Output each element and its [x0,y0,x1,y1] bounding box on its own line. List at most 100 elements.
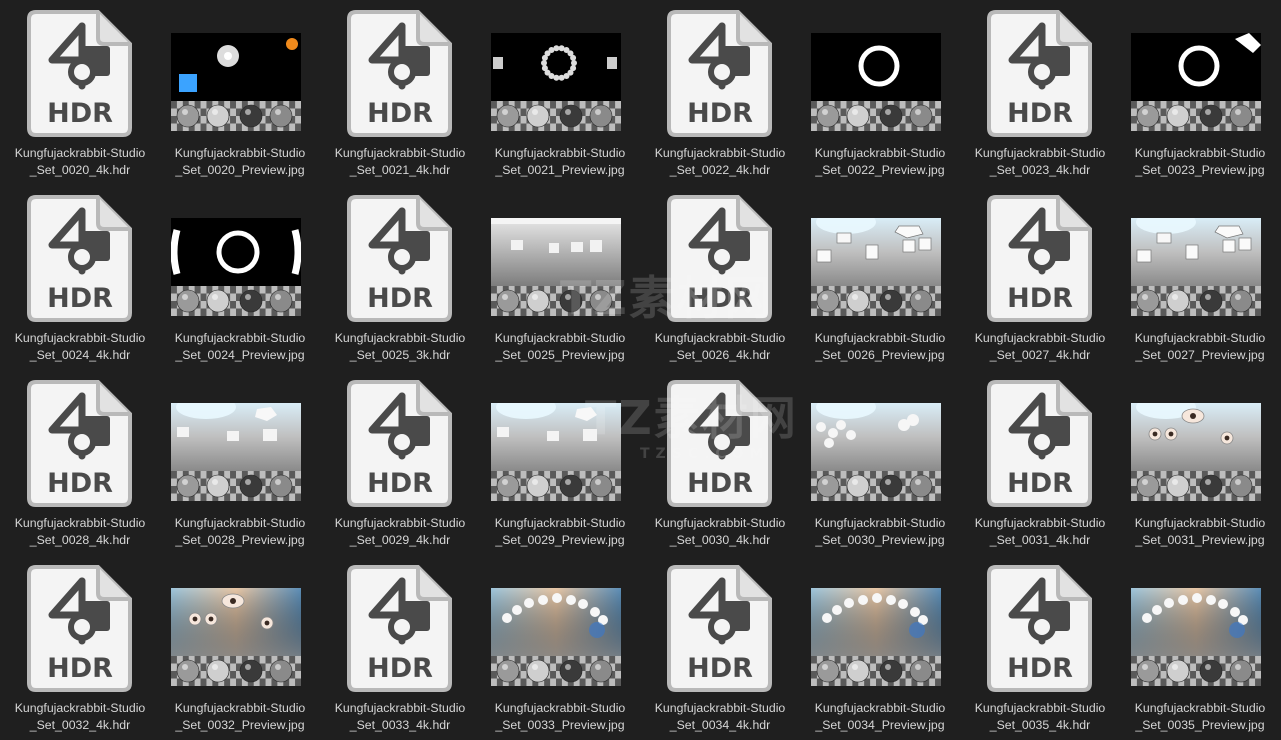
hdr-file-item[interactable]: HDR Kungfujackrabbit-Studio _Set_0021_4k.… [320,0,480,185]
file-thumbnail[interactable]: HDR [960,370,1120,512]
file-name-label: Kungfujackrabbit-Studio _Set_0020_4k.hdr [0,145,160,179]
hdr-file-icon: HDR [666,8,774,139]
file-thumbnail[interactable]: HDR [320,555,480,697]
file-name-label: Kungfujackrabbit-Studio _Set_0026_Preview… [800,330,960,364]
preview-file-item[interactable]: Kungfujackrabbit-Studio _Set_0025_Preview… [480,185,640,370]
file-thumbnail[interactable] [800,185,960,327]
hdr-file-item[interactable]: HDR Kungfujackrabbit-Studio _Set_0028_4k.… [0,370,160,555]
file-name-line-2: _Set_0034_Preview.jpg [815,718,945,732]
file-name-label: Kungfujackrabbit-Studio _Set_0035_4k.hdr [960,700,1120,734]
hdr-file-item[interactable]: HDR Kungfujackrabbit-Studio _Set_0032_4k.… [0,555,160,740]
file-thumbnail[interactable] [160,185,320,327]
file-thumbnail[interactable]: HDR [0,555,160,697]
file-name-line-1: Kungfujackrabbit-Studio [494,516,626,530]
file-thumbnail[interactable]: HDR [640,555,800,697]
file-name-line-2: _Set_0031_4k.hdr [989,533,1091,547]
hdr-file-icon: HDR [346,8,454,139]
file-thumbnail[interactable] [480,0,640,142]
hdr-file-icon: HDR [26,378,134,509]
file-thumbnail[interactable]: HDR [960,0,1120,142]
hdr-file-icon: HDR [346,563,454,694]
file-name-line-2: _Set_0026_Preview.jpg [815,348,945,362]
preview-file-item[interactable]: Kungfujackrabbit-Studio _Set_0035_Preview… [1120,555,1280,740]
file-name-line-1: Kungfujackrabbit-Studio [174,516,306,530]
hdr-file-item[interactable]: HDR Kungfujackrabbit-Studio _Set_0023_4k.… [960,0,1120,185]
file-thumbnail[interactable] [800,555,960,697]
preview-file-item[interactable]: Kungfujackrabbit-Studio _Set_0021_Preview… [480,0,640,185]
preview-image [1131,218,1261,316]
hdr-file-item[interactable]: HDR Kungfujackrabbit-Studio _Set_0022_4k.… [640,0,800,185]
hdr-file-item[interactable]: HDR Kungfujackrabbit-Studio _Set_0029_4k.… [320,370,480,555]
hdr-file-item[interactable]: HDR Kungfujackrabbit-Studio _Set_0030_4k.… [640,370,800,555]
file-name-line-1: Kungfujackrabbit-Studio [494,701,626,715]
file-name-line-2: _Set_0020_Preview.jpg [175,163,305,177]
file-thumbnail[interactable] [480,555,640,697]
file-thumbnail[interactable] [160,555,320,697]
file-thumbnail[interactable] [1120,370,1280,512]
preview-file-item[interactable]: Kungfujackrabbit-Studio _Set_0033_Preview… [480,555,640,740]
file-thumbnail[interactable]: HDR [640,185,800,327]
file-grid: HDR Kungfujackrabbit-Studio _Set_0020_4k.… [0,0,1281,740]
file-name-line-2: _Set_0025_3k.hdr [349,348,451,362]
file-name-line-2: _Set_0032_4k.hdr [29,718,131,732]
svg-text:HDR: HDR [687,653,753,684]
preview-image [171,33,301,131]
hdr-file-item[interactable]: HDR Kungfujackrabbit-Studio _Set_0020_4k.… [0,0,160,185]
preview-file-item[interactable]: Kungfujackrabbit-Studio _Set_0032_Preview… [160,555,320,740]
file-name-label: Kungfujackrabbit-Studio _Set_0034_Preview… [800,700,960,734]
preview-file-item[interactable]: Kungfujackrabbit-Studio _Set_0028_Preview… [160,370,320,555]
preview-image [171,218,301,316]
hdr-file-item[interactable]: HDR Kungfujackrabbit-Studio _Set_0031_4k.… [960,370,1120,555]
preview-file-item[interactable]: Kungfujackrabbit-Studio _Set_0020_Preview… [160,0,320,185]
file-thumbnail[interactable]: HDR [320,370,480,512]
file-name-line-2: _Set_0024_Preview.jpg [175,348,305,362]
file-thumbnail[interactable] [480,370,640,512]
file-name-line-2: _Set_0031_Preview.jpg [1135,533,1265,547]
file-name-line-1: Kungfujackrabbit-Studio [174,331,306,345]
file-thumbnail[interactable]: HDR [320,0,480,142]
preview-file-item[interactable]: Kungfujackrabbit-Studio _Set_0027_Preview… [1120,185,1280,370]
file-name-line-2: _Set_0022_Preview.jpg [815,163,945,177]
svg-text:HDR: HDR [367,98,433,129]
file-thumbnail[interactable]: HDR [960,185,1120,327]
hdr-file-item[interactable]: HDR Kungfujackrabbit-Studio _Set_0026_4k.… [640,185,800,370]
file-name-label: Kungfujackrabbit-Studio _Set_0033_Preview… [480,700,640,734]
file-thumbnail[interactable]: HDR [0,0,160,142]
file-name-label: Kungfujackrabbit-Studio _Set_0020_Preview… [160,145,320,179]
file-thumbnail[interactable]: HDR [960,555,1120,697]
preview-file-item[interactable]: Kungfujackrabbit-Studio _Set_0034_Preview… [800,555,960,740]
hdr-file-item[interactable]: HDR Kungfujackrabbit-Studio _Set_0025_3k.… [320,185,480,370]
file-thumbnail[interactable] [1120,555,1280,697]
preview-file-item[interactable]: Kungfujackrabbit-Studio _Set_0026_Preview… [800,185,960,370]
file-thumbnail[interactable]: HDR [320,185,480,327]
preview-file-item[interactable]: Kungfujackrabbit-Studio _Set_0029_Preview… [480,370,640,555]
file-name-label: Kungfujackrabbit-Studio _Set_0025_Preview… [480,330,640,364]
preview-image [491,33,621,131]
hdr-file-icon: HDR [986,563,1094,694]
hdr-file-item[interactable]: HDR Kungfujackrabbit-Studio _Set_0035_4k.… [960,555,1120,740]
file-thumbnail[interactable]: HDR [640,370,800,512]
preview-image [491,403,621,501]
file-thumbnail[interactable] [480,185,640,327]
preview-file-item[interactable]: Kungfujackrabbit-Studio _Set_0031_Preview… [1120,370,1280,555]
file-thumbnail[interactable]: HDR [0,185,160,327]
hdr-file-item[interactable]: HDR Kungfujackrabbit-Studio _Set_0027_4k.… [960,185,1120,370]
file-thumbnail[interactable] [1120,0,1280,142]
file-thumbnail[interactable] [800,370,960,512]
file-thumbnail[interactable] [160,0,320,142]
file-thumbnail[interactable] [160,370,320,512]
file-name-label: Kungfujackrabbit-Studio _Set_0034_4k.hdr [640,700,800,734]
hdr-file-item[interactable]: HDR Kungfujackrabbit-Studio _Set_0033_4k.… [320,555,480,740]
preview-file-item[interactable]: Kungfujackrabbit-Studio _Set_0030_Preview… [800,370,960,555]
file-name-label: Kungfujackrabbit-Studio _Set_0027_Preview… [1120,330,1280,364]
preview-file-item[interactable]: Kungfujackrabbit-Studio _Set_0022_Preview… [800,0,960,185]
file-thumbnail[interactable] [1120,185,1280,327]
file-thumbnail[interactable]: HDR [0,370,160,512]
preview-file-item[interactable]: Kungfujackrabbit-Studio _Set_0024_Preview… [160,185,320,370]
hdr-file-item[interactable]: HDR Kungfujackrabbit-Studio _Set_0034_4k.… [640,555,800,740]
hdr-file-item[interactable]: HDR Kungfujackrabbit-Studio _Set_0024_4k.… [0,185,160,370]
file-thumbnail[interactable] [800,0,960,142]
file-thumbnail[interactable]: HDR [640,0,800,142]
preview-file-item[interactable]: Kungfujackrabbit-Studio _Set_0023_Preview… [1120,0,1280,185]
svg-text:HDR: HDR [47,653,113,684]
